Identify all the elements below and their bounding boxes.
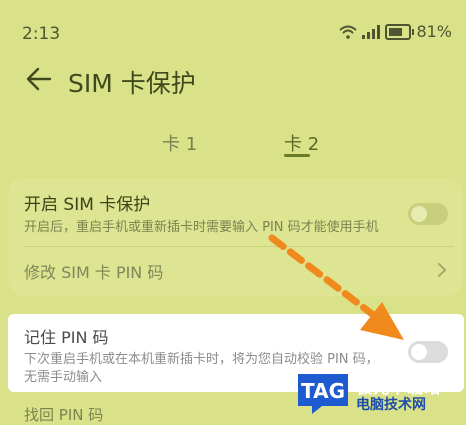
watermark: TAG 极光下载站 电脑技术网: [294, 370, 462, 416]
back-arrow-icon[interactable]: [26, 66, 52, 92]
tag-logo-icon: TAG: [298, 374, 348, 414]
battery-percent: 81%: [416, 22, 452, 41]
tab-card-2[interactable]: 卡 2: [284, 130, 319, 156]
retrieve-pin-item[interactable]: 找回 PIN 码: [24, 404, 103, 425]
tab-selected-indicator: [284, 154, 310, 157]
tab-card-1[interactable]: 卡 1: [162, 130, 197, 156]
page-title: SIM 卡保护: [68, 69, 196, 98]
svg-text:TAG: TAG: [301, 379, 345, 403]
status-icons: 81%: [339, 22, 452, 41]
remember-pin-toggle[interactable]: [408, 341, 448, 363]
remember-pin-description-line-2: 无需手动输入: [24, 370, 103, 385]
battery-icon: [385, 23, 415, 40]
remember-pin-label: 记住 PIN 码: [24, 328, 109, 347]
chevron-right-icon: [438, 263, 447, 277]
status-time: 2:13: [22, 24, 61, 44]
watermark-subtitle: 电脑技术网: [356, 397, 426, 413]
signal-icon: [362, 24, 381, 39]
divider: [24, 246, 454, 247]
wifi-icon: [339, 25, 358, 39]
modify-sim-pin-item[interactable]: 修改 SIM 卡 PIN 码: [24, 259, 163, 283]
remember-pin-description-line-1: 下次重启手机或在本机重新插卡时，将为您自动校验 PIN 码，: [24, 352, 379, 367]
enable-sim-protection-toggle[interactable]: [408, 203, 448, 225]
enable-sim-protection-label: 开启 SIM 卡保护: [24, 195, 151, 215]
enable-sim-protection-description: 开启后，重启手机或重新插卡时需要输入 PIN 码才能使用手机: [24, 220, 379, 235]
